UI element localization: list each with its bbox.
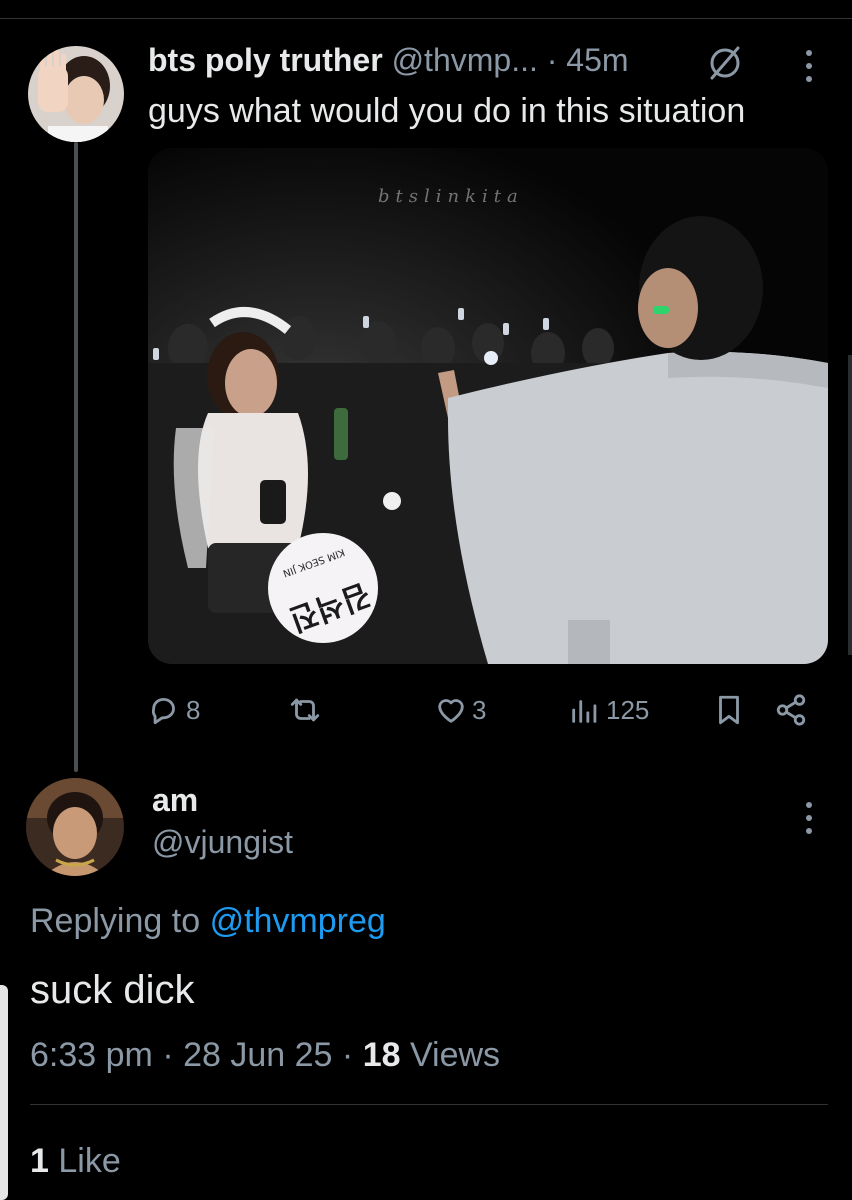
reply-author-avatar[interactable] <box>26 778 124 876</box>
retweet-button[interactable] <box>288 688 326 732</box>
share-button[interactable] <box>774 688 808 732</box>
reply-time[interactable]: 6:33 pm <box>30 1036 153 1074</box>
scrollbar[interactable] <box>848 355 852 655</box>
tweet-header: bts poly truther @thvmp... · 45m <box>148 40 629 80</box>
reply-author-name[interactable]: am <box>152 780 198 820</box>
tweet-timestamp[interactable]: 45m <box>566 42 628 78</box>
replying-to-line: Replying to @thvmpreg <box>30 900 386 942</box>
views-count: 125 <box>606 694 650 725</box>
tweet-text: guys what would you do in this situation <box>148 92 746 130</box>
meta-separator: · <box>341 1036 354 1074</box>
reply-likes-stat[interactable]: 1 Like <box>30 1140 121 1182</box>
reply-date[interactable]: 28 Jun 25 <box>183 1036 332 1074</box>
bookmark-icon <box>719 695 739 725</box>
grok-icon[interactable] <box>706 44 744 82</box>
like-button[interactable]: 3 <box>434 688 486 732</box>
reply-views-count: 18 <box>362 1036 401 1074</box>
bookmark-button[interactable] <box>712 688 746 732</box>
tweet-more-icon[interactable] <box>803 46 815 86</box>
thread-connector-line <box>74 142 78 772</box>
tweet-media-photo[interactable]: 김석진 KIM SEOK JIN btslinkita <box>148 148 828 664</box>
reply-text: suck dick <box>30 968 195 1012</box>
share-icon <box>776 694 806 726</box>
reply-icon <box>151 697 175 725</box>
reply-likes-label: Like <box>58 1142 121 1180</box>
stats-divider <box>30 1104 828 1105</box>
retweet-icon <box>290 698 320 722</box>
media-watermark: btslinkita <box>378 186 524 207</box>
reply-count: 8 <box>186 694 201 725</box>
views-button[interactable]: 125 <box>568 688 649 732</box>
reply-metadata: 6:33 pm · 28 Jun 25 · 18 Views <box>30 1034 500 1076</box>
reply-views-label: Views <box>409 1036 501 1074</box>
edge-handle[interactable] <box>0 985 8 1200</box>
reply-more-icon[interactable] <box>803 798 815 838</box>
replying-to-label: Replying to <box>30 902 201 940</box>
top-divider <box>0 18 852 19</box>
views-icon <box>572 700 597 723</box>
tweet-author-name[interactable]: bts poly truther <box>148 42 383 78</box>
tweet-author-handle[interactable]: @thvmp... <box>392 42 538 78</box>
reply-button[interactable]: 8 <box>148 688 200 732</box>
tweet-action-bar: 8 3 125 <box>148 688 828 732</box>
concert-photo: 김석진 KIM SEOK JIN <box>148 148 828 664</box>
like-count: 3 <box>472 694 487 725</box>
reply-author-handle[interactable]: @vjungist <box>152 822 293 862</box>
meta-separator: · <box>162 1036 174 1074</box>
tweet-author-avatar[interactable] <box>28 46 124 142</box>
replying-to-mention[interactable]: @thvmpreg <box>210 902 386 940</box>
header-separator: · <box>546 42 558 78</box>
reply-likes-count: 1 <box>30 1142 49 1180</box>
like-icon <box>438 699 464 723</box>
